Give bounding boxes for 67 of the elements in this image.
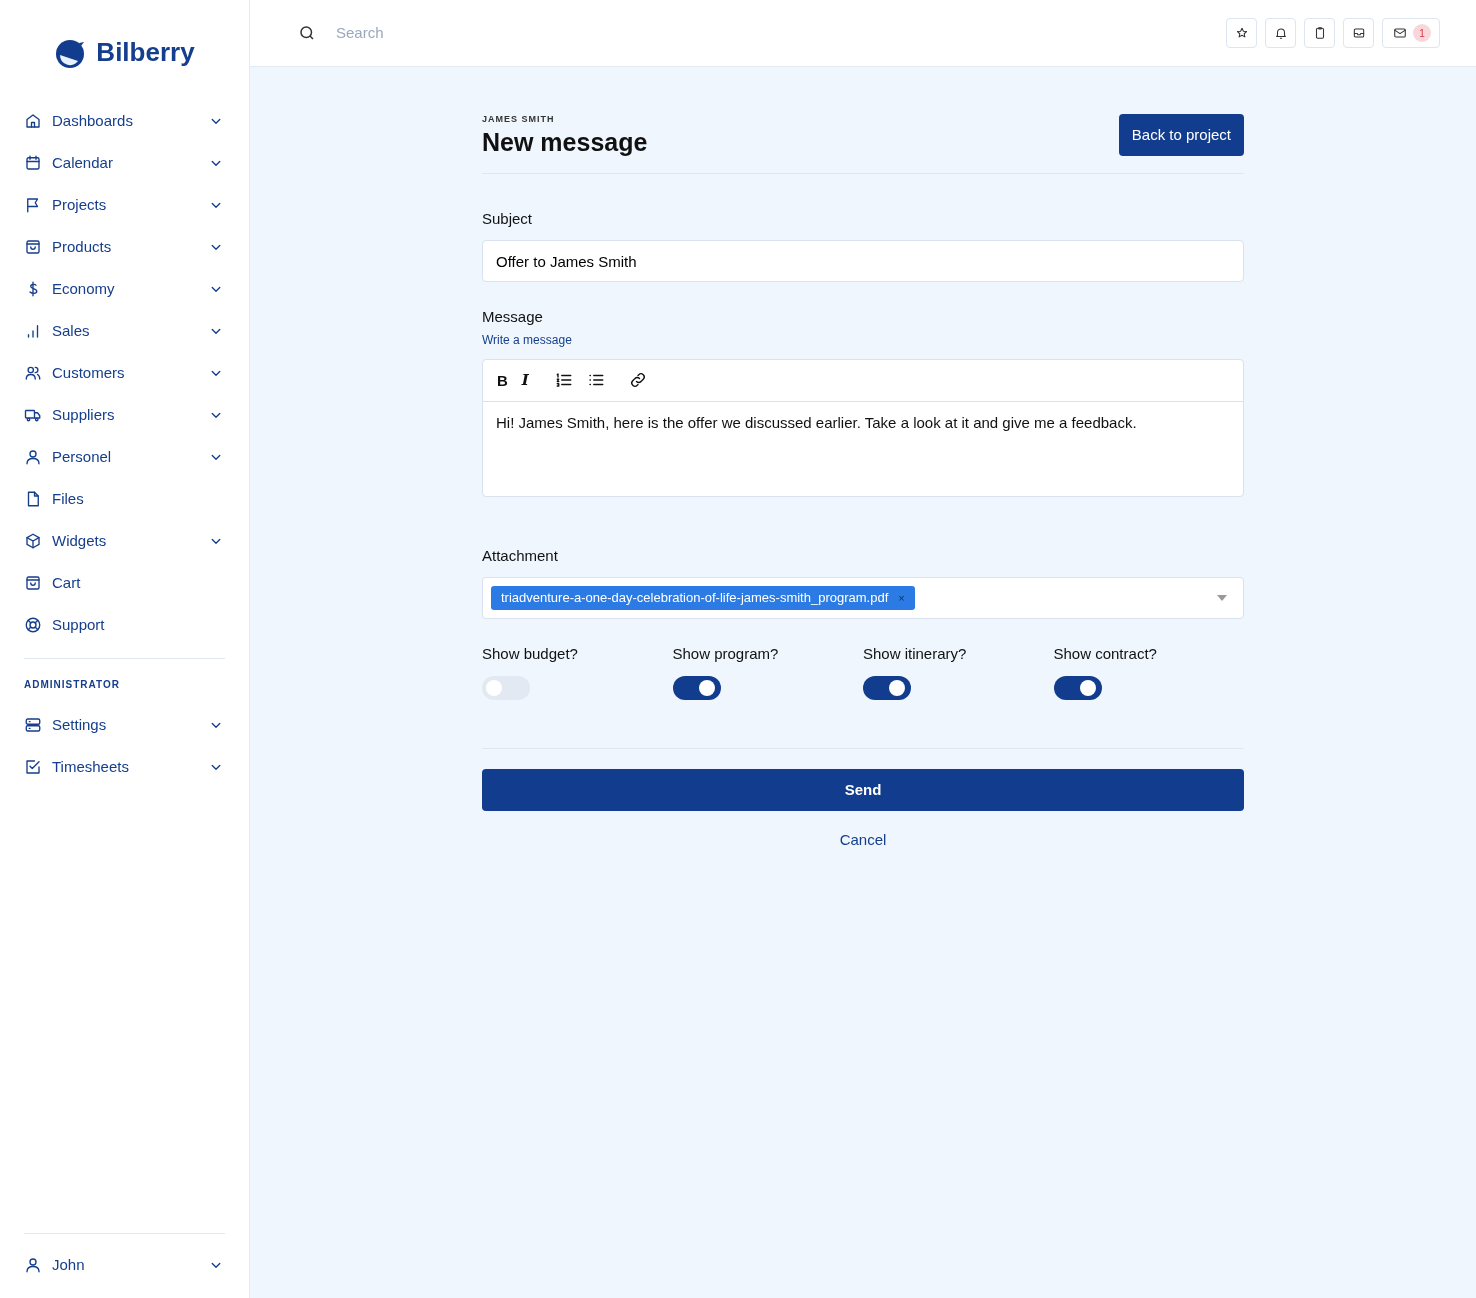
back-button[interactable]: Back to project (1118, 113, 1244, 156)
sidebar-item[interactable]: Projects (24, 184, 225, 226)
bold-button[interactable]: B (497, 372, 508, 388)
sidebar-item[interactable]: Calendar (24, 142, 225, 184)
sidebar-item[interactable]: Sales (24, 310, 225, 352)
file-name: triadventure-a-one-day-celebration-of-life-james-smith_program.pdf (501, 589, 889, 608)
toggle-switch[interactable] (672, 675, 721, 700)
ordered-list-icon (554, 371, 573, 389)
mail-icon (1393, 26, 1407, 40)
page-title: New message (482, 126, 648, 157)
sidebar-item[interactable]: Support (24, 604, 225, 646)
lifebuoy-icon (24, 616, 42, 634)
sidebar-item[interactable]: Files (24, 478, 225, 520)
field-label: Message (482, 307, 544, 327)
sidebar-item[interactable]: John (24, 1244, 225, 1286)
mail-button[interactable]: 1 (1382, 18, 1440, 48)
sidebar-item[interactable]: Cart (24, 562, 225, 604)
italic-button[interactable]: I (521, 372, 529, 388)
sidebar-item[interactable]: Personel (24, 436, 225, 478)
star-icon (1234, 26, 1249, 40)
toggle-switch[interactable] (863, 675, 911, 700)
search-field[interactable]: Search (334, 20, 634, 46)
cancel-link[interactable]: Cancel (839, 831, 887, 848)
cube-icon (24, 532, 42, 550)
brand-name: Bilberry (96, 35, 195, 69)
sidebar-item[interactable]: Timesheets (24, 746, 225, 788)
bag-icon (24, 238, 42, 256)
sidebar-item[interactable]: Products (24, 226, 225, 268)
toggle-switch[interactable] (482, 675, 530, 700)
sidebar-item[interactable]: Settings (24, 704, 225, 746)
server-icon (24, 716, 42, 734)
caret-icon (1217, 595, 1227, 601)
bell-icon (1273, 26, 1288, 40)
sidebar-item[interactable]: Economy (24, 268, 225, 310)
send-button[interactable]: Send (482, 769, 1244, 811)
search-icon (298, 24, 316, 42)
toggle-label: Show itinerary? (863, 644, 968, 664)
attachment-select[interactable]: triadventure-a-one-day-celebration-of-life-james-smith_program.pdf × (482, 577, 1244, 619)
sidebar-item[interactable]: Suppliers (24, 394, 225, 436)
user-icon (24, 448, 42, 466)
link-icon (628, 371, 647, 389)
field-label: Attachment (482, 545, 559, 566)
section-title: ADMINISTRATOR (24, 678, 121, 692)
sidebar-item[interactable]: Dashboards (24, 100, 225, 142)
sidebar-item[interactable]: Widgets (24, 520, 225, 562)
bag-icon (24, 574, 42, 592)
toggle-label: Show budget? (482, 644, 579, 664)
sidebar-item[interactable]: Customers (24, 352, 225, 394)
field-label: Subject (482, 208, 534, 229)
toolbar-button[interactable] (1304, 18, 1335, 48)
inbox-icon (1351, 26, 1366, 40)
calendar-icon (24, 154, 42, 172)
toggle-label: Show program? (672, 644, 780, 664)
toggle-label: Show contract? (1053, 644, 1158, 664)
toggle-switch[interactable] (1053, 675, 1102, 700)
user-icon (24, 1256, 42, 1274)
checkbox-icon (24, 758, 42, 776)
eyebrow-text: JAMES SMITH (482, 113, 556, 126)
hint-text: Write a message (482, 331, 573, 349)
toolbar-button[interactable] (1343, 18, 1374, 48)
toolbar-button[interactable] (1226, 18, 1257, 48)
subject-field[interactable]: Offer to James Smith (482, 240, 1244, 282)
notification-badge: 1 (1413, 24, 1431, 42)
message-text: Hi! James Smith, here is the offer we discussed earlier. Take a look at it and give me a feedback. (495, 412, 1138, 433)
home-icon (24, 112, 42, 130)
users-icon (24, 364, 42, 382)
toolbar-button[interactable] (1265, 18, 1296, 48)
